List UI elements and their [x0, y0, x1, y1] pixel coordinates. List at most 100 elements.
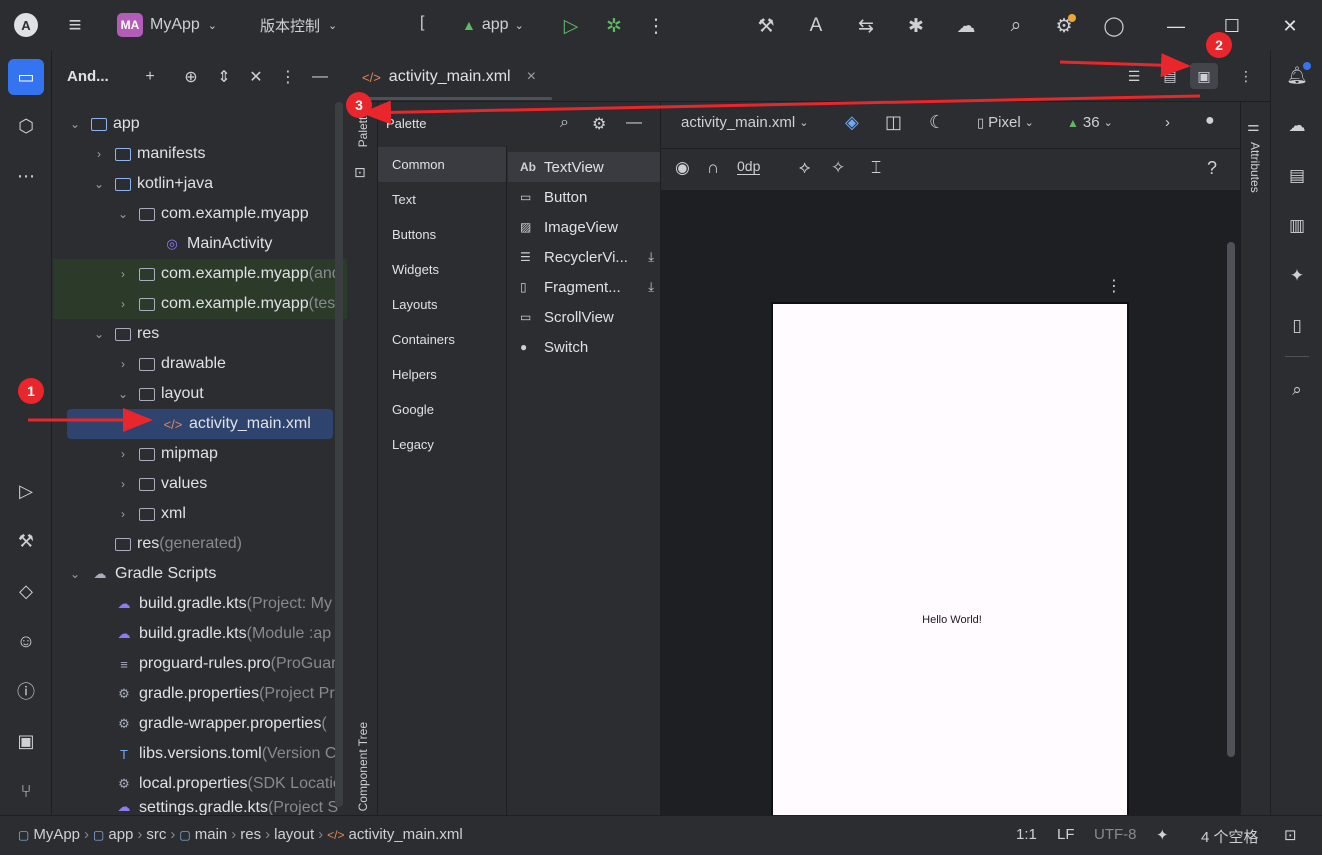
palette-icon[interactable]: ⊡	[354, 164, 366, 181]
eye-icon[interactable]: ◉	[675, 158, 690, 178]
minimize-icon[interactable]: —	[1162, 12, 1190, 40]
chevron-down-icon[interactable]: ⌄	[91, 327, 107, 341]
tree-item-values[interactable]: › values	[53, 469, 347, 499]
android-studio-logo-icon[interactable]: A	[14, 13, 38, 37]
palette-item-button[interactable]: ▭ Button	[508, 182, 660, 212]
palette-category-legacy[interactable]: Legacy	[378, 427, 506, 462]
more-icon[interactable]: ⋮	[642, 12, 670, 40]
tree-item-gradle-wrapper[interactable]: ⚙ gradle-wrapper.properties (	[53, 709, 347, 739]
palette-category-widgets[interactable]: Widgets	[378, 252, 506, 287]
project-selector[interactable]: MyApp ⌄	[150, 14, 217, 36]
tree-item-package-androidtest[interactable]: › com.example.myapp (and	[53, 259, 347, 289]
tree-item-libs-versions[interactable]: Tlibs.versions.toml (Version C	[53, 739, 347, 769]
chevron-down-icon[interactable]: ⌄	[67, 117, 83, 131]
palette-category-google[interactable]: Google	[378, 392, 506, 427]
component-tree-side-tab[interactable]: Component Tree	[356, 722, 370, 811]
tree-item-kotlin-java[interactable]: ⌄ kotlin+java	[53, 169, 347, 199]
infer-constraints-icon[interactable]: ✧	[831, 158, 845, 178]
palette-item-imageview[interactable]: ▨ ImageView	[508, 212, 660, 242]
tab-activity-main-xml[interactable]: </> activity_main.xml ×	[362, 64, 536, 90]
resource-manager-icon[interactable]: ⬡	[8, 108, 44, 144]
device-selector[interactable]: ▯ Pixel ⌄	[977, 114, 1034, 131]
breadcrumb-layout[interactable]: layout	[274, 826, 314, 843]
breadcrumb-res[interactable]: res	[240, 826, 261, 843]
tree-item-proguard[interactable]: ≡ proguard-rules.pro (ProGuar	[53, 649, 347, 679]
chevron-down-icon[interactable]: ⌄	[67, 567, 83, 581]
palette-category-containers[interactable]: Containers	[378, 322, 506, 357]
help-icon[interactable]: ?	[1207, 158, 1217, 179]
tree-item-activity-main-xml[interactable]: </> activity_main.xml	[67, 409, 333, 439]
guidelines-icon[interactable]: ⌶	[871, 158, 881, 178]
tree-item-drawable[interactable]: › drawable	[53, 349, 347, 379]
palette-category-common[interactable]: Common	[378, 147, 506, 182]
run-tool-icon[interactable]: ▷	[8, 473, 44, 509]
clear-constraints-icon[interactable]: ⟡	[799, 158, 810, 178]
gemini-sparkle-icon[interactable]: ✦	[1283, 262, 1311, 290]
tree-item-manifests[interactable]: › manifests	[53, 139, 347, 169]
orientation-icon[interactable]: ◫	[885, 112, 902, 133]
gem-icon[interactable]: ◇	[8, 573, 44, 609]
breadcrumb-main[interactable]: main	[195, 826, 228, 843]
palette-item-switch[interactable]: ● Switch	[508, 332, 660, 362]
magnet-icon[interactable]: ∩	[707, 158, 719, 178]
tab-close-icon[interactable]: ×	[527, 68, 536, 86]
run-config-selector[interactable]: ▲ app ⌄	[462, 14, 524, 36]
tree-item-gradle-scripts[interactable]: ⌄ ☁ Gradle Scripts	[53, 559, 347, 589]
vcs-menu[interactable]: 版本控制 ⌄	[260, 14, 337, 36]
tree-item-gradle-properties[interactable]: ⚙ gradle.properties (Project Pr	[53, 679, 347, 709]
main-menu-icon[interactable]: ≡	[62, 12, 88, 37]
logcat-icon[interactable]: ☺	[8, 623, 44, 659]
tree-item-mipmap[interactable]: › mipmap	[53, 439, 347, 469]
tree-item-package[interactable]: ⌄ com.example.myapp	[53, 199, 347, 229]
default-margin-field[interactable]: 0dp	[737, 158, 761, 175]
sync-icon[interactable]: ⇆	[852, 12, 880, 40]
hide-panel-icon[interactable]: —	[309, 66, 331, 88]
attributes-icon[interactable]: ⚌	[1247, 118, 1260, 135]
device-manager-icon[interactable]: ✱	[902, 12, 930, 40]
palette-category-buttons[interactable]: Buttons	[378, 217, 506, 252]
project-folder-icon[interactable]: ▭	[8, 59, 44, 95]
palette-category-layouts[interactable]: Layouts	[378, 287, 506, 322]
tree-item-build-gradle-project[interactable]: ☁ build.gradle.kts (Project: My	[53, 589, 347, 619]
palette-item-textview[interactable]: Ab TextView	[508, 152, 660, 182]
palette-item-scrollview[interactable]: ▭ ScrollView	[508, 302, 660, 332]
file-selector[interactable]: activity_main.xml ⌄	[681, 114, 808, 131]
chevron-down-icon[interactable]: ⌄	[115, 207, 131, 221]
download-icon[interactable]: ⤓	[648, 279, 654, 295]
code-view-icon[interactable]: ☰	[1120, 63, 1148, 89]
options-icon[interactable]: ⋮	[277, 66, 299, 88]
design-view-icon[interactable]: ▣	[1190, 63, 1218, 89]
chevron-right-icon[interactable]: ›	[115, 357, 131, 371]
tree-item-xml[interactable]: › xml	[53, 499, 347, 529]
gradle-icon[interactable]: ☁	[1283, 112, 1311, 140]
breadcrumb-src[interactable]: src	[146, 826, 166, 843]
project-scrollbar[interactable]	[335, 102, 343, 807]
locate-icon[interactable]: ⊕	[180, 66, 202, 88]
debug-icon[interactable]: ✲	[600, 12, 628, 40]
editor-options-icon[interactable]: ⋮	[1232, 63, 1260, 89]
caret-position[interactable]: 1:1	[1016, 826, 1037, 843]
palette-item-recyclerview[interactable]: ☰ RecyclerVi... ⤓	[508, 242, 660, 272]
app-inspection-icon[interactable]: ⌕	[1283, 376, 1311, 404]
build-tool-icon[interactable]: ⚒	[8, 523, 44, 559]
chevron-right-icon[interactable]: ›	[115, 267, 131, 281]
chevron-right-icon[interactable]: ›	[1165, 114, 1170, 131]
line-ending[interactable]: LF	[1057, 826, 1075, 843]
chevron-right-icon[interactable]: ›	[115, 447, 131, 461]
breadcrumb-myapp[interactable]: MyApp	[33, 826, 80, 843]
file-encoding[interactable]: UTF-8	[1094, 826, 1137, 843]
breadcrumb-file[interactable]: activity_main.xml	[349, 826, 463, 843]
palette-category-text[interactable]: Text	[378, 182, 506, 217]
close-icon[interactable]: ✕	[1276, 12, 1304, 40]
tree-item-mainactivity[interactable]: ◎ MainActivity	[53, 229, 347, 259]
chevron-down-icon[interactable]: ⌄	[115, 387, 131, 401]
terminal-icon[interactable]: ▣	[8, 723, 44, 759]
settings-gear-icon[interactable]: ⚙	[592, 114, 606, 134]
tree-item-package-test[interactable]: › com.example.myapp (tes	[53, 289, 347, 319]
chevron-right-icon[interactable]: ›	[115, 477, 131, 491]
project-badge[interactable]: MA	[117, 13, 143, 37]
gradle-icon[interactable]: ☁	[952, 12, 980, 40]
git-icon[interactable]: ⑂	[8, 773, 44, 809]
account-icon[interactable]: ◯	[1100, 12, 1128, 40]
settings-gear-icon[interactable]: ⚙	[1050, 12, 1078, 40]
